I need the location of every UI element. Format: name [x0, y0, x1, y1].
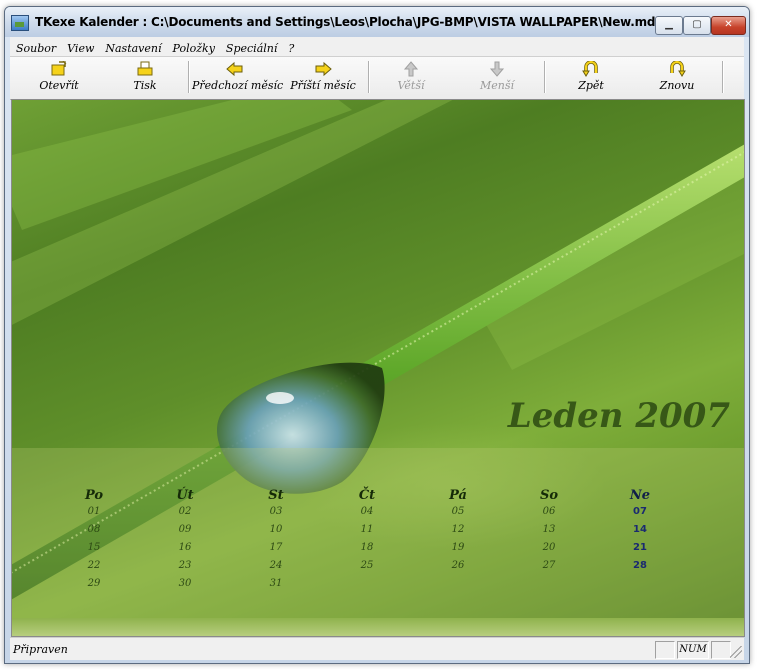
resize-grip[interactable] — [730, 646, 742, 658]
status-indicator-scroll — [711, 641, 731, 659]
day-name: Ne — [629, 488, 651, 503]
bigger-button[interactable]: Větší — [376, 59, 446, 97]
status-indicator-caps — [655, 641, 675, 659]
day-cell[interactable]: 25 — [337, 560, 397, 571]
redo-button[interactable]: Znovu — [642, 59, 712, 97]
day-name: Po — [84, 488, 104, 503]
arrow-right-icon — [315, 61, 332, 77]
bigger-label: Větší — [397, 79, 425, 92]
print-button[interactable]: Tisk — [110, 59, 180, 97]
day-name: Pá — [449, 488, 467, 503]
toolbar-separator — [368, 61, 370, 93]
app-window: TKexe Kalender : C:\Documents and Settin… — [4, 6, 750, 664]
day-names-row: Po Út St Čt Pá So Ne — [12, 488, 744, 504]
window-title: TKexe Kalender : C:\Documents and Settin… — [35, 15, 664, 29]
month-title: Leden 2007 — [507, 396, 730, 436]
day-cell[interactable]: 21 — [610, 542, 670, 553]
prev-month-button[interactable]: Předchozí měsíc — [192, 59, 284, 97]
minimize-button[interactable]: ▁ — [655, 16, 683, 35]
day-name: Út — [176, 488, 194, 503]
close-button[interactable]: ✕ — [711, 16, 746, 35]
app-icon[interactable] — [11, 15, 29, 31]
day-cell[interactable]: 12 — [428, 524, 488, 535]
day-cell[interactable]: 20 — [519, 542, 579, 553]
toolbar-separator — [722, 61, 724, 93]
day-cell[interactable]: 31 — [246, 578, 306, 589]
day-cell[interactable]: 14 — [610, 524, 670, 535]
toolbar-separator — [188, 61, 190, 93]
redo-icon — [670, 61, 686, 77]
day-cell[interactable]: 16 — [155, 542, 215, 553]
day-cell[interactable]: 18 — [337, 542, 397, 553]
open-folder-icon — [51, 61, 67, 76]
day-cell[interactable]: 05 — [428, 506, 488, 517]
open-button[interactable]: Otevřít — [24, 59, 94, 97]
maximize-button[interactable]: ▢ — [683, 16, 711, 35]
printer-icon — [137, 61, 153, 76]
day-cell[interactable]: 17 — [246, 542, 306, 553]
day-cell[interactable]: 28 — [610, 560, 670, 571]
open-label: Otevřít — [39, 79, 79, 92]
day-cell[interactable]: 30 — [155, 578, 215, 589]
smaller-label: Menší — [479, 79, 515, 92]
arrow-up-icon — [403, 61, 419, 77]
day-name: St — [268, 488, 284, 503]
toolbar: Otevřít Tisk Předchozí měsíc Příští měsí… — [10, 56, 744, 100]
day-cell[interactable]: 08 — [64, 524, 124, 535]
day-cell[interactable]: 01 — [64, 506, 124, 517]
redo-label: Znovu — [659, 79, 695, 92]
day-cell[interactable]: 09 — [155, 524, 215, 535]
menu-specialni[interactable]: Speciální — [220, 39, 282, 55]
day-cell[interactable]: 24 — [246, 560, 306, 571]
status-text: Připraven — [13, 643, 68, 656]
menu-help[interactable]: ? — [282, 39, 299, 55]
undo-label: Zpět — [578, 79, 604, 92]
prev-month-label: Předchozí měsíc — [192, 79, 284, 92]
title-bar[interactable]: TKexe Kalender : C:\Documents and Settin… — [5, 7, 749, 37]
calendar-canvas[interactable]: Leden 2007 Po Út St Čt Pá So Ne 01 02 03 04… — [11, 99, 745, 637]
day-cell[interactable]: 04 — [337, 506, 397, 517]
day-cell[interactable]: 02 — [155, 506, 215, 517]
menu-bar: Soubor View Nastavení Položky Speciální? — [10, 37, 744, 56]
menu-nastaveni[interactable]: Nastavení — [99, 39, 166, 55]
status-bar: Připraven NUM — [10, 637, 744, 660]
day-cell[interactable]: 13 — [519, 524, 579, 535]
menu-view[interactable]: View — [61, 39, 99, 55]
smaller-button[interactable]: Menší — [462, 59, 532, 97]
day-cell[interactable]: 22 — [64, 560, 124, 571]
undo-icon — [582, 61, 598, 77]
day-cell[interactable]: 29 — [64, 578, 124, 589]
day-cell[interactable]: 03 — [246, 506, 306, 517]
calendar-grid: Po Út St Čt Pá So Ne 01 02 03 04 05 06 07 08 09 1… — [12, 448, 744, 618]
arrow-down-icon — [489, 61, 505, 77]
day-name: Čt — [358, 488, 376, 503]
day-cell[interactable]: 07 — [610, 506, 670, 517]
print-label: Tisk — [133, 79, 157, 92]
day-cell[interactable]: 06 — [519, 506, 579, 517]
day-cell[interactable]: 27 — [519, 560, 579, 571]
undo-button[interactable]: Zpět — [556, 59, 626, 97]
canvas-footer-band — [12, 618, 744, 636]
day-cell[interactable]: 15 — [64, 542, 124, 553]
arrow-left-icon — [226, 61, 243, 77]
day-name: So — [539, 488, 559, 503]
next-month-button[interactable]: Příští měsíc — [280, 59, 366, 97]
status-indicator-num: NUM — [677, 641, 709, 659]
day-cell[interactable]: 11 — [337, 524, 397, 535]
next-month-label: Příští měsíc — [290, 79, 356, 92]
day-cell[interactable]: 26 — [428, 560, 488, 571]
toolbar-separator — [544, 61, 546, 93]
day-cell[interactable]: 10 — [246, 524, 306, 535]
menu-soubor[interactable]: Soubor — [10, 39, 61, 55]
day-cell[interactable]: 19 — [428, 542, 488, 553]
menu-polozky[interactable]: Položky — [167, 39, 220, 55]
day-cell[interactable]: 23 — [155, 560, 215, 571]
